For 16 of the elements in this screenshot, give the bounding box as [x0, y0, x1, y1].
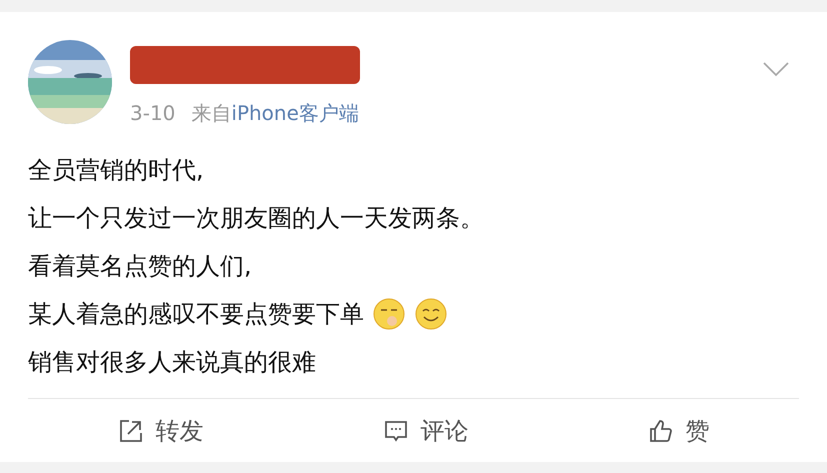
post-time: 3-10	[130, 100, 176, 127]
source-link[interactable]: iPhone客户端	[231, 98, 359, 128]
smile-emoji-icon	[414, 297, 448, 331]
source-label: 来自	[191, 100, 232, 127]
post-text-line: 看着莫名点赞的人们,	[28, 251, 252, 282]
post-text-line: 让一个只发过一次朋友圈的人一天发两条。	[28, 203, 484, 234]
shushing-emoji-icon	[372, 297, 406, 331]
post-text-line: 全员营销的时代,	[28, 155, 204, 186]
thumbs-up-icon	[648, 418, 674, 444]
chevron-down-icon[interactable]	[763, 62, 789, 78]
action-button[interactable]: 赞	[640, 412, 718, 448]
action-button[interactable]: 转发	[110, 412, 212, 448]
post-text-line: 销售对很多人来说真的很难	[28, 347, 316, 378]
share-icon	[118, 418, 144, 444]
action-button[interactable]: 评论	[374, 412, 476, 448]
post-text-line: 某人着急的感叹不要点赞要下单	[28, 299, 364, 330]
